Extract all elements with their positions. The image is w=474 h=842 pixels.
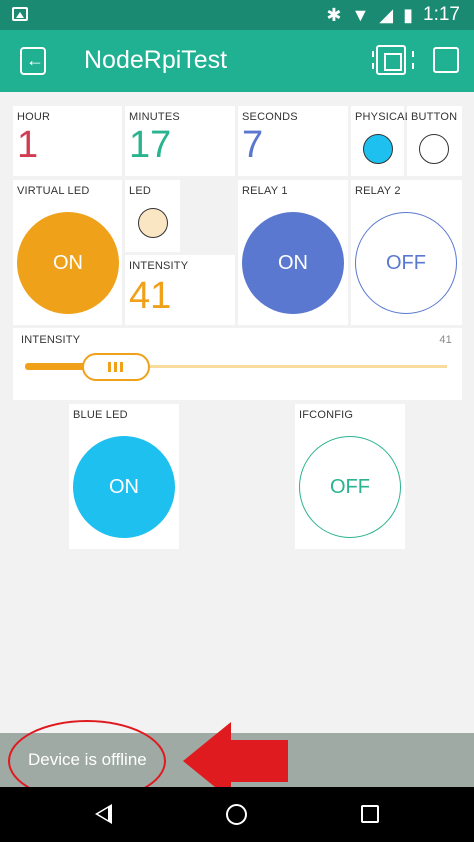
wifi-icon: ▼ <box>351 4 370 25</box>
home-icon[interactable] <box>226 804 247 825</box>
ifconfig-button[interactable]: OFF <box>299 436 401 538</box>
physical-label: PHYSICAL <box>355 111 412 123</box>
status-icons: ✱ ▼ ◢ ▮ 1:17 <box>326 4 460 25</box>
hour-value: 1 <box>17 124 39 166</box>
seconds-tile: SECONDS 7 <box>238 106 348 176</box>
signal-icon: ◢ <box>379 4 394 25</box>
minutes-tile: MINUTES 17 <box>125 106 235 176</box>
intensity-slider-tile: INTENSITY 41 <box>13 328 462 400</box>
stop-icon[interactable] <box>433 47 459 73</box>
project-title: NodeRpiTest <box>84 46 228 74</box>
clock: 1:17 <box>423 4 460 25</box>
device-chip-icon[interactable] <box>372 45 414 75</box>
seconds-label: SECONDS <box>242 111 298 123</box>
navigation-bar <box>0 787 474 842</box>
blue-led-tile: BLUE LED ON <box>69 404 179 549</box>
physical-led <box>363 134 393 164</box>
led-tile: LED <box>125 180 180 252</box>
ifconfig-label: IFCONFIG <box>299 409 354 421</box>
physical-tile: PHYSICAL <box>351 106 411 176</box>
hour-tile: HOUR 1 <box>13 106 122 176</box>
intensity-tile: INTENSITY 41 <box>125 255 235 325</box>
intensity-label: INTENSITY <box>129 260 189 272</box>
button-label: BUTTON <box>411 111 458 123</box>
led-label: LED <box>129 185 151 197</box>
relay2-tile: RELAY 2 OFF <box>351 180 462 325</box>
relay1-tile: RELAY 1 ON <box>238 180 348 325</box>
button-tile: BUTTON <box>407 106 462 176</box>
seconds-value: 7 <box>242 124 264 166</box>
slider-thumb[interactable] <box>81 353 150 381</box>
exit-project-icon[interactable] <box>20 47 46 75</box>
image-notification-icon <box>12 7 28 21</box>
back-icon[interactable] <box>95 804 112 824</box>
app-bar: NodeRpiTest <box>0 30 474 92</box>
relay2-label: RELAY 2 <box>355 185 401 197</box>
button-indicator[interactable] <box>419 134 449 164</box>
grip-line-icon <box>108 362 112 372</box>
ifconfig-tile: IFCONFIG OFF <box>295 404 405 549</box>
blue-led-button[interactable]: ON <box>73 436 175 538</box>
battery-icon: ▮ <box>403 4 414 25</box>
minutes-label: MINUTES <box>129 111 180 123</box>
virtual-led-label: VIRTUAL LED <box>17 185 90 197</box>
relay1-button[interactable]: ON <box>242 212 344 314</box>
grip-line-icon <box>120 362 124 372</box>
annotation-arrow-body <box>228 740 288 782</box>
led-indicator <box>138 208 168 238</box>
virtual-led-tile: VIRTUAL LED ON <box>13 180 122 325</box>
slider-label: INTENSITY <box>21 334 81 346</box>
relay2-button[interactable]: OFF <box>355 212 457 314</box>
relay1-label: RELAY 1 <box>242 185 288 197</box>
grip-line-icon <box>114 362 118 372</box>
blue-led-label: BLUE LED <box>73 409 128 421</box>
intensity-value: 41 <box>129 275 172 317</box>
recent-apps-icon[interactable] <box>361 805 379 823</box>
virtual-led-button[interactable]: ON <box>17 212 119 314</box>
status-bar: ✱ ▼ ◢ ▮ 1:17 <box>0 0 474 30</box>
minutes-value: 17 <box>129 124 172 166</box>
hour-label: HOUR <box>17 111 51 123</box>
slider-value: 41 <box>439 334 452 346</box>
bluetooth-icon: ✱ <box>326 4 342 25</box>
